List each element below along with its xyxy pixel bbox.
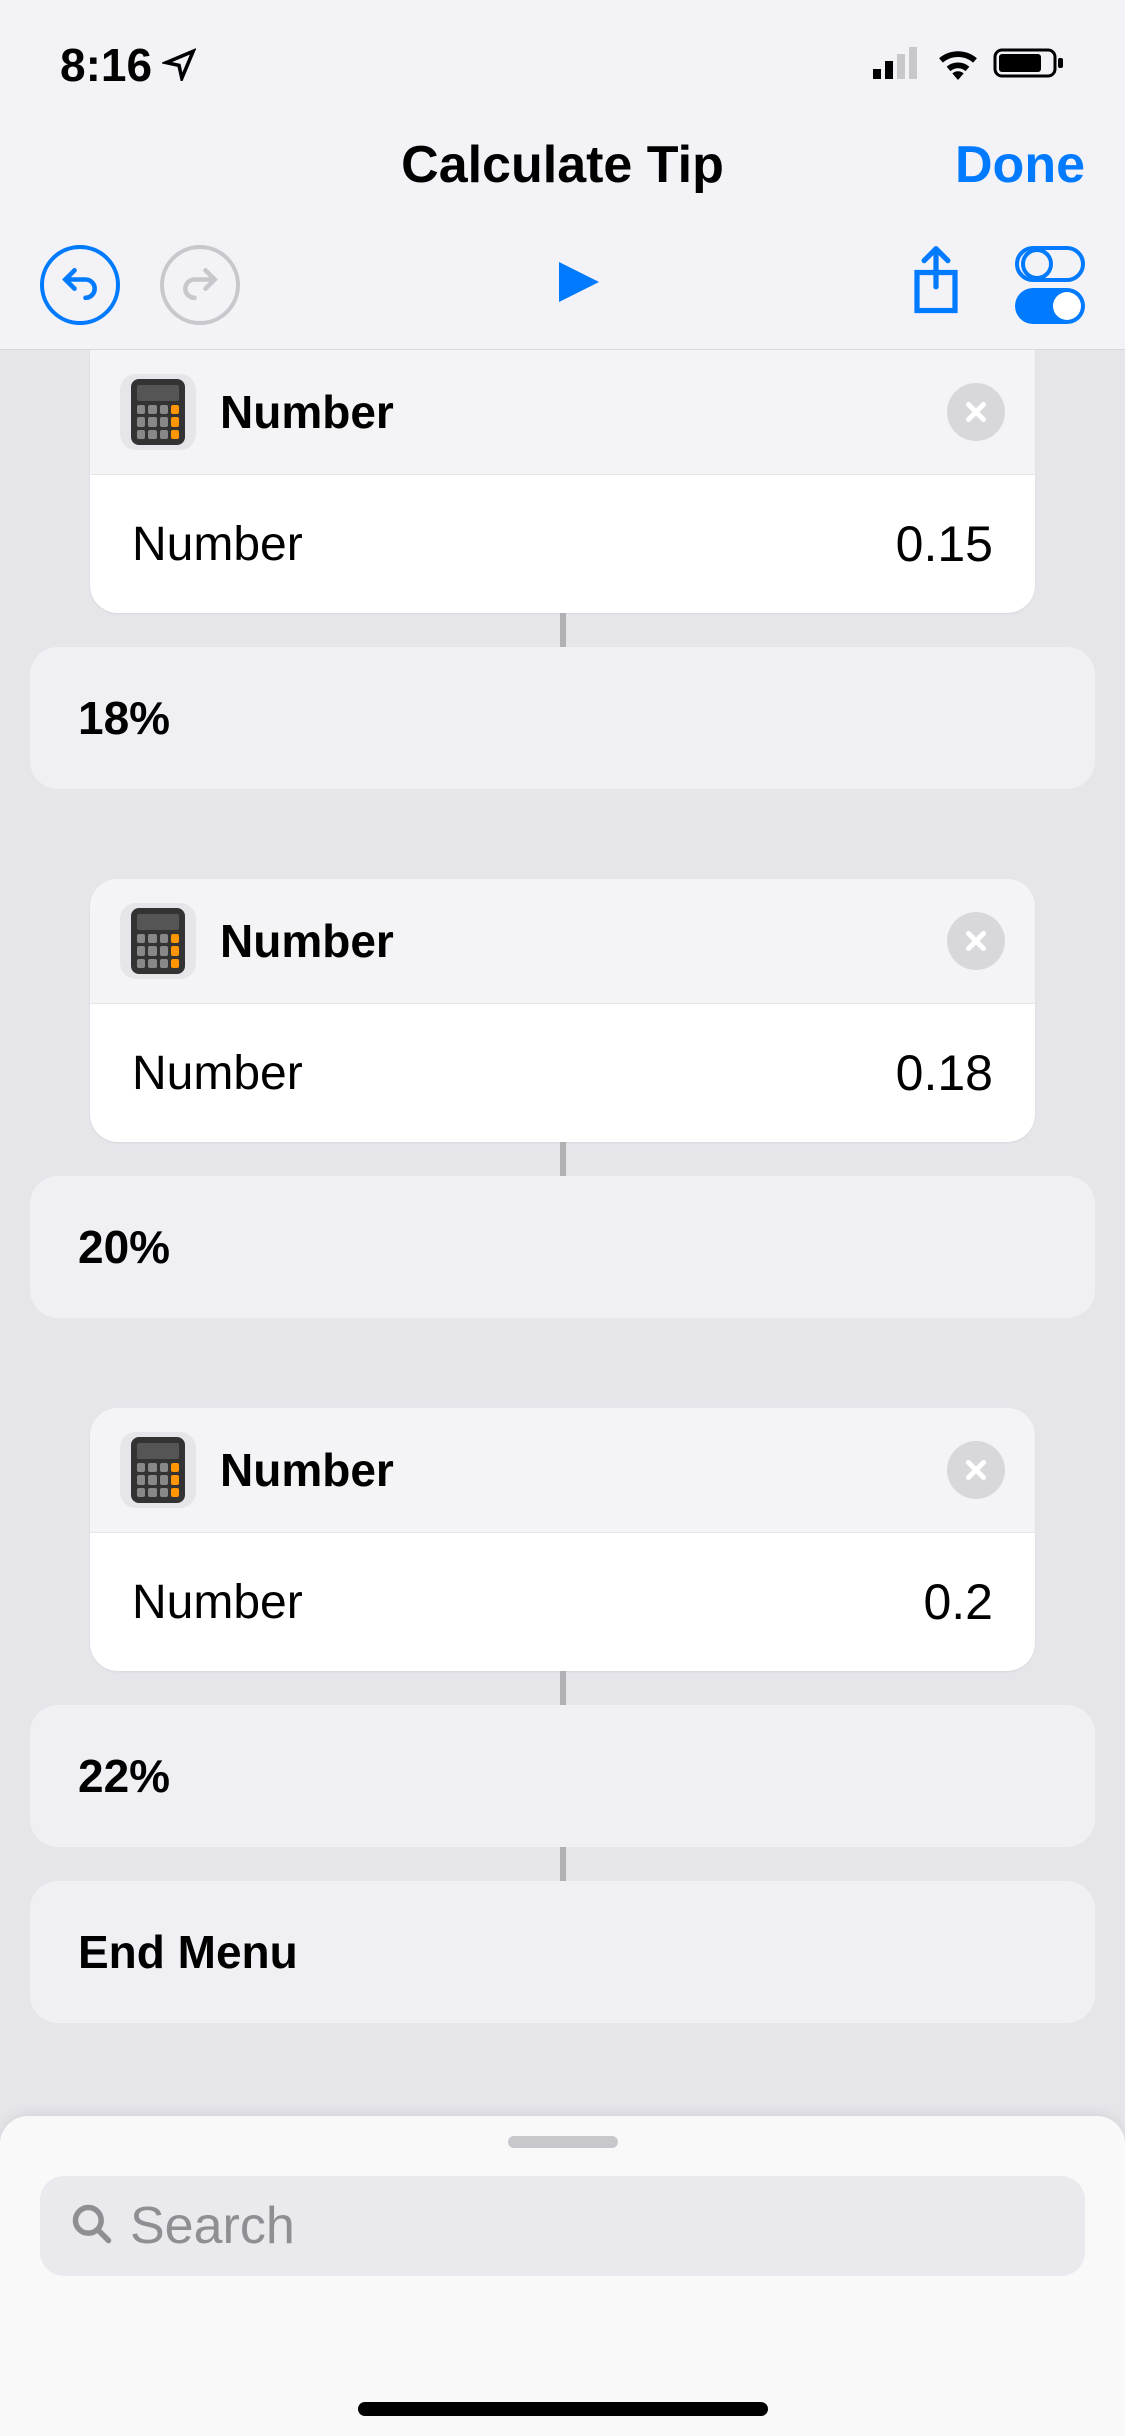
connector-line — [560, 613, 566, 647]
delete-action-button[interactable] — [947, 383, 1005, 441]
action-body[interactable]: Number 0.2 — [90, 1533, 1035, 1671]
menu-case-18[interactable]: 18% — [30, 647, 1095, 789]
menu-case-20[interactable]: 20% — [30, 1176, 1095, 1318]
action-title: Number — [220, 1443, 923, 1497]
action-card-number[interactable]: Number Number 0.15 — [90, 350, 1035, 613]
undo-button[interactable] — [40, 245, 120, 325]
action-header: Number — [90, 350, 1035, 475]
field-value[interactable]: 0.15 — [896, 515, 993, 573]
search-placeholder: Search — [130, 2196, 295, 2256]
page-title: Calculate Tip — [401, 135, 724, 195]
action-card-number[interactable]: Number Number 0.2 — [90, 1408, 1035, 1671]
action-title: Number — [220, 385, 923, 439]
calculator-icon — [120, 374, 196, 450]
field-label: Number — [132, 1575, 303, 1630]
calculator-icon — [120, 903, 196, 979]
field-value[interactable]: 0.2 — [923, 1573, 993, 1631]
home-indicator[interactable] — [358, 2402, 768, 2416]
menu-case-22[interactable]: 22% — [30, 1705, 1095, 1847]
menu-end[interactable]: End Menu — [30, 1881, 1095, 2023]
nav-header: Calculate Tip Done — [0, 110, 1125, 220]
redo-button[interactable] — [160, 245, 240, 325]
status-right — [873, 46, 1065, 85]
location-icon — [162, 38, 196, 92]
calculator-icon — [120, 1432, 196, 1508]
field-label: Number — [132, 517, 303, 572]
action-body[interactable]: Number 0.15 — [90, 475, 1035, 613]
grabber-handle[interactable] — [508, 2136, 618, 2148]
action-card-number[interactable]: Number Number 0.18 — [90, 879, 1035, 1142]
cellular-icon — [873, 47, 923, 84]
toolbar — [0, 220, 1125, 350]
done-button[interactable]: Done — [955, 135, 1085, 195]
toggle-on-icon — [1015, 288, 1085, 324]
search-input[interactable]: Search — [40, 2176, 1085, 2276]
action-title: Number — [220, 914, 923, 968]
share-button[interactable] — [907, 244, 965, 325]
wifi-icon — [935, 46, 981, 85]
action-header: Number — [90, 879, 1035, 1004]
delete-action-button[interactable] — [947, 912, 1005, 970]
connector-line — [560, 1142, 566, 1176]
status-bar: 8:16 — [0, 0, 1125, 110]
status-left: 8:16 — [60, 38, 196, 92]
connector-line — [560, 1671, 566, 1705]
status-time: 8:16 — [60, 38, 152, 92]
search-panel[interactable]: Search — [0, 2116, 1125, 2436]
field-label: Number — [132, 1046, 303, 1101]
action-body[interactable]: Number 0.18 — [90, 1004, 1035, 1142]
play-button[interactable] — [544, 247, 604, 322]
settings-toggle-button[interactable] — [1015, 246, 1085, 324]
field-value[interactable]: 0.18 — [896, 1044, 993, 1102]
battery-icon — [993, 46, 1065, 85]
delete-action-button[interactable] — [947, 1441, 1005, 1499]
toggle-off-icon — [1015, 246, 1085, 282]
connector-line — [560, 1847, 566, 1881]
action-header: Number — [90, 1408, 1035, 1533]
workflow-content[interactable]: Number Number 0.15 18% Number Number 0.1… — [0, 350, 1125, 2140]
search-icon — [70, 2202, 114, 2251]
